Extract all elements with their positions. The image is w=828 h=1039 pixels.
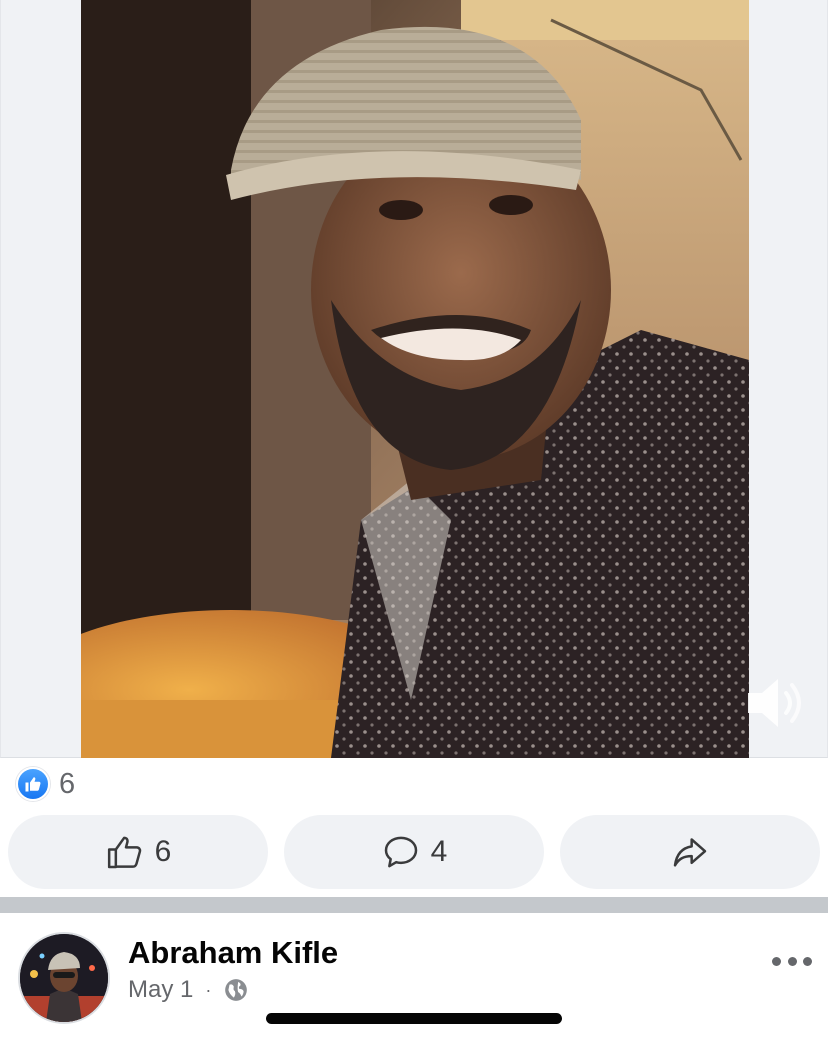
share-button[interactable] [560, 815, 820, 889]
share-arrow-icon [673, 838, 707, 867]
like-reaction-icon [16, 767, 50, 801]
post-header: Abraham Kifle May 1 · [0, 913, 828, 1039]
comment-button[interactable]: 4 [284, 815, 544, 889]
avatar-image [20, 934, 108, 1022]
post-meta: May 1 · [128, 976, 249, 1004]
post-date[interactable]: May 1 [128, 976, 193, 1004]
video-frame-image [81, 0, 749, 758]
volume-button[interactable] [741, 668, 811, 738]
like-button[interactable]: 6 [8, 815, 268, 889]
feed-separator [0, 897, 828, 913]
reaction-count: 6 [59, 767, 76, 800]
meta-separator: · [205, 979, 212, 1000]
home-indicator[interactable] [266, 1013, 562, 1024]
author-name[interactable]: Abraham Kifle [128, 935, 338, 971]
more-options-button[interactable] [772, 949, 812, 973]
globe-icon [225, 979, 248, 1001]
like-count: 6 [154, 835, 172, 868]
comment-count: 4 [430, 835, 448, 868]
comment-bubble-icon [384, 836, 417, 868]
speaker-volume-icon [748, 679, 801, 727]
more-options-icon [772, 956, 781, 966]
video-player[interactable] [81, 0, 749, 758]
thumbs-up-outline-icon [107, 836, 141, 869]
avatar[interactable] [18, 932, 110, 1024]
video-post-area [0, 0, 828, 758]
reaction-summary[interactable]: 6 [16, 766, 75, 802]
